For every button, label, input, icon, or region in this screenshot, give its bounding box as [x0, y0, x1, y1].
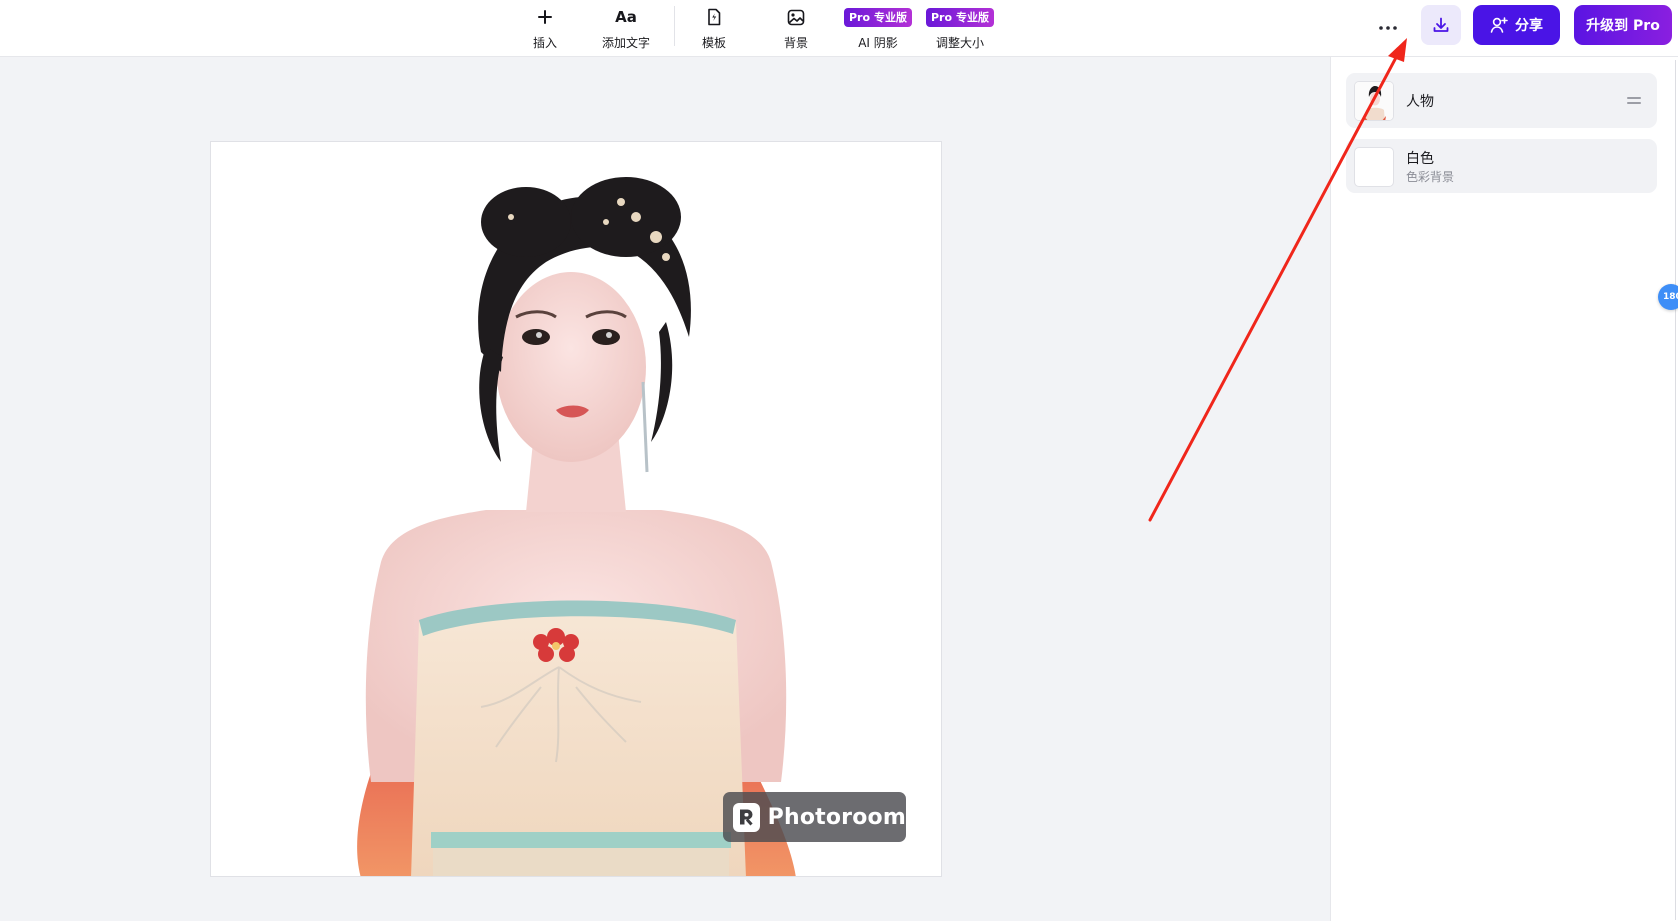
watermark-text: Photoroom — [767, 804, 906, 830]
upgrade-pro-button[interactable]: 升级到 Pro — [1574, 5, 1672, 45]
layer-name: 白色 — [1406, 151, 1434, 167]
layer-item-person[interactable]: 人物 — [1346, 73, 1657, 128]
download-button[interactable] — [1421, 5, 1461, 45]
artboard[interactable]: Photoroom — [210, 141, 942, 877]
download-icon — [1433, 17, 1449, 32]
more-options-button[interactable] — [1366, 8, 1410, 48]
add-user-icon — [1490, 17, 1508, 33]
top-toolbar: 插入 Aa 添加文字 模板 背景 Pro 专业版 AI 阴影 Pro 专业版 调… — [0, 0, 1678, 57]
plus-icon — [537, 6, 553, 28]
white-swatch — [1354, 147, 1394, 187]
upgrade-pro-label: 升级到 Pro — [1586, 18, 1660, 34]
photoroom-editor: 插入 Aa 添加文字 模板 背景 Pro 专业版 AI 阴影 Pro 专业版 调… — [0, 0, 1678, 921]
template-tool-label: 模板 — [701, 36, 726, 50]
photoroom-logo-icon — [733, 802, 760, 832]
person-thumbnail — [1354, 81, 1394, 121]
background-image-icon — [787, 6, 805, 28]
more-horizontal-icon — [1379, 26, 1397, 30]
share-button[interactable]: 分享 — [1473, 5, 1560, 45]
ai-shadow-tool[interactable]: Pro 专业版 AI 阴影 — [838, 6, 918, 52]
photoroom-watermark: Photoroom — [723, 792, 906, 842]
ai-shadow-tool-label: AI 阴影 — [858, 36, 898, 50]
background-tool-label: 背景 — [783, 36, 808, 50]
template-icon — [706, 6, 722, 28]
background-tool[interactable]: 背景 — [756, 6, 836, 52]
layer-item-white-background[interactable]: 白色 色彩背景 — [1346, 139, 1657, 193]
drag-handle-icon[interactable] — [1627, 93, 1641, 107]
insert-tool[interactable]: 插入 — [505, 6, 585, 52]
add-text-tool[interactable]: Aa 添加文字 — [586, 6, 666, 52]
text-aa-icon: Aa — [615, 8, 637, 26]
pro-badge: Pro 专业版 — [925, 7, 995, 27]
share-button-label: 分享 — [1515, 18, 1543, 34]
canvas-area: Photoroom — [0, 57, 1330, 921]
template-tool[interactable]: 模板 — [674, 6, 754, 52]
layers-panel: 人物 白色 色彩背景 — [1330, 57, 1678, 921]
insert-tool-label: 插入 — [532, 36, 557, 50]
pro-badge: Pro 专业版 — [843, 7, 913, 27]
window-edge-divider — [1675, 60, 1676, 920]
layer-name: 人物 — [1406, 94, 1434, 110]
layer-subtitle: 色彩背景 — [1406, 170, 1455, 184]
add-text-tool-label: 添加文字 — [601, 36, 650, 50]
floating-side-badge[interactable]: 180 — [1658, 284, 1678, 310]
resize-tool[interactable]: Pro 专业版 调整大小 — [920, 6, 1000, 52]
resize-tool-label: 调整大小 — [935, 36, 984, 50]
person-cutout-image[interactable] — [211, 142, 942, 877]
